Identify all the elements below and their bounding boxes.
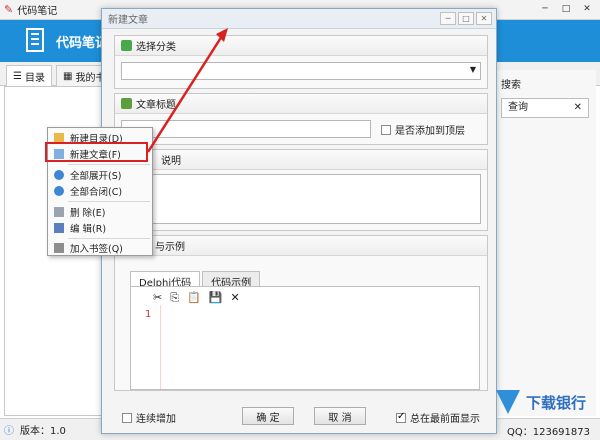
maximize-button[interactable]: □: [557, 2, 575, 17]
always-on-top-label: 总在最前面显示: [410, 414, 480, 425]
category-group: 选择分类 ▼: [114, 35, 488, 89]
article-title-header: 文章标题: [115, 94, 487, 114]
menu-item-edit[interactable]: 编 辑(R): [50, 220, 150, 236]
watermark: 下载银行: [495, 390, 586, 414]
delete-icon[interactable]: ✕: [230, 291, 239, 305]
title-icon: [121, 98, 132, 109]
article-title-input[interactable]: [121, 120, 371, 138]
search-panel: 搜索 查询 ✕: [496, 70, 596, 416]
dialog-maximize-button[interactable]: □: [458, 12, 474, 25]
dialog-window-controls: ─ □ ✕: [440, 12, 492, 25]
category-label: 选择分类: [136, 42, 176, 53]
menu-item-collapse-all[interactable]: 全部合闭(C): [50, 183, 150, 199]
dialog-title-bar: 新建文章 ─ □ ✕: [102, 9, 496, 29]
window-title: 代码笔记: [17, 6, 58, 17]
tab-directory-label: 目录: [24, 72, 45, 84]
menu-item-label: 全部展开(S): [70, 171, 122, 182]
continuous-add-label: 连续增加: [136, 414, 176, 425]
save-icon[interactable]: 💾: [209, 291, 223, 305]
pin-checkbox[interactable]: [381, 124, 391, 135]
menu-item-label: 加入书签(Q): [70, 244, 123, 255]
dialog-minimize-button[interactable]: ─: [440, 12, 456, 25]
editor-toolbar: ✂ ⎘ 📋 💾 ✕: [153, 291, 240, 305]
cancel-button[interactable]: 取 消: [314, 407, 366, 425]
description-group: 说明: [114, 149, 488, 231]
dialog-title: 新建文章: [108, 15, 148, 26]
continuous-add-option[interactable]: 连续增加: [122, 410, 176, 425]
continuous-add-checkbox[interactable]: [122, 412, 132, 423]
info-icon: ⓘ: [4, 426, 14, 437]
edit-icon: [54, 223, 64, 233]
pin-option[interactable]: 是否添加到顶层: [381, 122, 465, 137]
watermark-text: 下载银行: [525, 393, 586, 412]
description-label: 说明: [161, 156, 181, 167]
new-article-dialog: 新建文章 ─ □ ✕ 选择分类 ▼ 文章标题 是否添加到顶层 说明 与示例 De…: [101, 8, 497, 434]
always-on-top-checkbox[interactable]: [396, 411, 406, 423]
version-label: 版本：1.0: [20, 426, 66, 437]
search-input-value: 查询: [508, 102, 528, 113]
code-label: 与示例: [155, 242, 185, 253]
dropdown-arrow-icon[interactable]: ▼: [470, 65, 476, 74]
category-icon: [121, 40, 132, 51]
description-header: 说明: [115, 150, 487, 170]
menu-item-label: 编 辑(R): [70, 224, 107, 235]
article-title-label: 文章标题: [136, 100, 176, 111]
code-editor[interactable]: ✂ ⎘ 📋 💾 ✕ 1: [130, 286, 480, 390]
dialog-close-button[interactable]: ✕: [476, 12, 492, 25]
always-on-top-option[interactable]: 总在最前面显示: [396, 410, 480, 425]
qq-label: QQ：123691873: [506, 427, 590, 438]
menu-separator: [68, 201, 150, 202]
menu-item-add-bookmark[interactable]: 加入书签(Q): [50, 240, 150, 256]
category-header: 选择分类: [115, 36, 487, 56]
collapse-icon: [54, 186, 64, 196]
notebook-icon: [26, 28, 44, 52]
menu-separator: [68, 238, 150, 239]
search-panel-label: 搜索: [501, 80, 521, 91]
code-header: 与示例: [115, 236, 487, 256]
cut-icon[interactable]: ✂: [153, 291, 162, 305]
list-icon: ☰: [13, 70, 22, 82]
category-select[interactable]: ▼: [121, 62, 481, 80]
line-number: 1: [145, 309, 152, 320]
expand-icon: [54, 170, 64, 180]
menu-item-expand-all[interactable]: 全部展开(S): [50, 167, 150, 183]
highlight-box: [45, 142, 148, 162]
tab-directory[interactable]: ☰ 目录: [6, 65, 52, 86]
menu-item-label: 删 除(E): [70, 208, 106, 219]
watermark-logo-icon: [495, 390, 520, 414]
window-controls: ─ □ ✕: [536, 2, 596, 17]
copy-icon[interactable]: ⎘: [170, 291, 179, 305]
menu-separator: [68, 164, 150, 165]
description-input[interactable]: [121, 174, 481, 224]
paste-icon[interactable]: 📋: [187, 291, 201, 305]
bookmark-icon: [54, 243, 64, 253]
trash-icon: [54, 207, 64, 217]
minimize-button[interactable]: ─: [536, 2, 554, 17]
clear-search-icon[interactable]: ✕: [574, 99, 582, 117]
ok-button[interactable]: 确 定: [242, 407, 294, 425]
app-logo-icon: ✎: [4, 3, 14, 16]
menu-item-delete[interactable]: 删 除(E): [50, 204, 150, 220]
book-icon: ▦: [63, 70, 73, 82]
pin-label: 是否添加到顶层: [395, 126, 465, 137]
menu-item-label: 全部合闭(C): [70, 187, 123, 198]
search-input[interactable]: 查询 ✕: [501, 98, 589, 118]
close-button[interactable]: ✕: [578, 2, 596, 17]
article-title-group: 文章标题 是否添加到顶层: [114, 93, 488, 145]
